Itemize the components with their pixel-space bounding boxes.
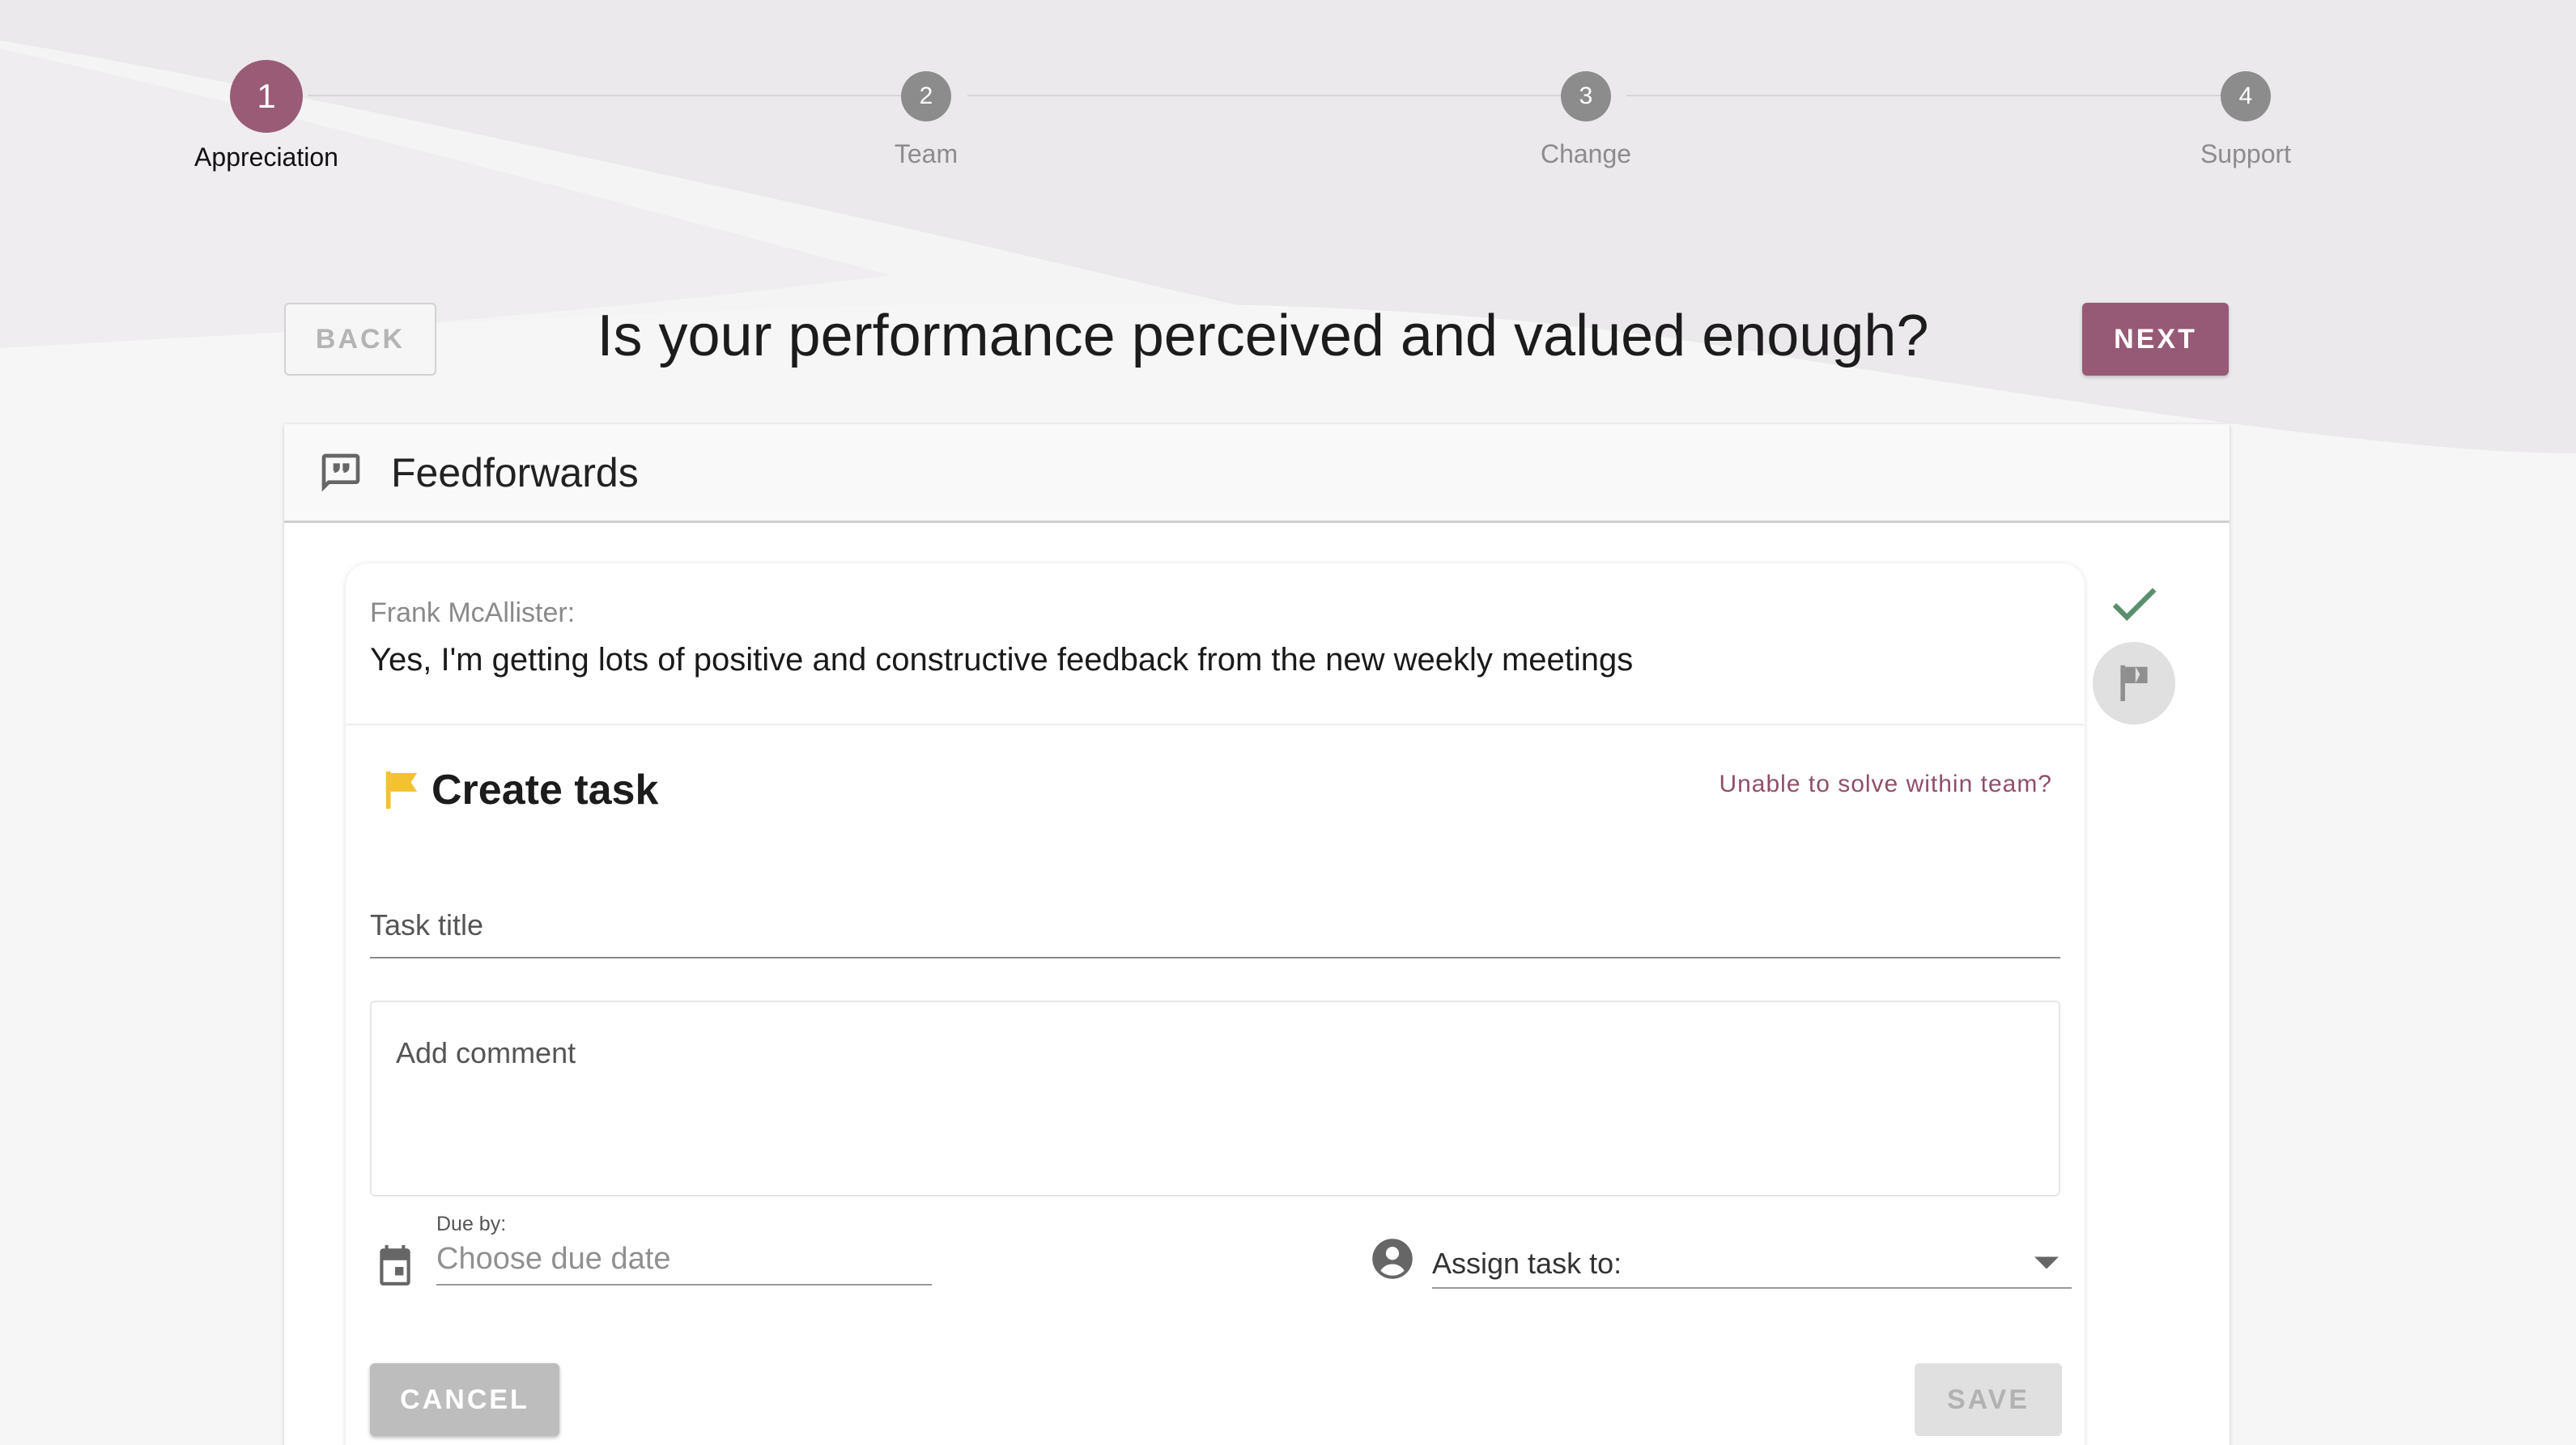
feedback-text: Yes, I'm getting lots of positive and co…: [370, 642, 1634, 678]
due-date-input[interactable]: Choose due date: [436, 1234, 932, 1286]
next-button[interactable]: NEXT: [2082, 303, 2229, 376]
assign-task-select[interactable]: Assign task to:: [1432, 1237, 2072, 1289]
feedback-quote: Frank McAllister: Yes, I'm getting lots …: [346, 563, 2085, 725]
step-number: 4: [2221, 71, 2271, 121]
step-label: Appreciation: [194, 142, 338, 172]
create-task-title: Create task: [431, 767, 659, 814]
step-number: 3: [1561, 71, 1611, 121]
task-options-row: Due by: Choose due date Assign task to:: [370, 1203, 2072, 1300]
unable-to-solve-link[interactable]: Unable to solve within team?: [1719, 771, 2052, 798]
step-label: Support: [2200, 139, 2292, 168]
assign-task-label: Assign task to:: [1432, 1247, 1622, 1280]
panel-header: Feedforwards: [284, 424, 2230, 523]
step-label: Change: [1540, 139, 1632, 168]
step-appreciation[interactable]: 1 Appreciation: [145, 57, 388, 172]
step-change[interactable]: 3 Change: [1464, 57, 1707, 169]
flag-button[interactable]: [2093, 642, 2175, 725]
progress-stepper: 1 Appreciation 2 Team 3 Change 4 Support: [0, 0, 2576, 194]
step-label: Team: [894, 139, 959, 168]
calendar-icon[interactable]: [375, 1243, 415, 1287]
check-icon[interactable]: [2110, 583, 2158, 623]
due-by-label: Due by:: [436, 1213, 507, 1235]
add-comment-textarea[interactable]: Add comment: [370, 1001, 2060, 1196]
flag-icon: [385, 771, 418, 809]
create-task-form: Create task Unable to solve within team?…: [346, 725, 2085, 1300]
feedback-quote-icon: [321, 453, 360, 491]
step-number: 2: [901, 71, 951, 121]
account-circle-icon: [1372, 1239, 1413, 1279]
back-button[interactable]: BACK: [284, 303, 436, 376]
flag-icon: [2120, 665, 2148, 702]
feedforwards-panel: Feedforwards Frank McAllister: Yes, I'm …: [284, 424, 2230, 1445]
step-support[interactable]: 4 Support: [2124, 57, 2367, 169]
step-number: 1: [230, 60, 303, 133]
cancel-button[interactable]: CANCEL: [370, 1363, 559, 1436]
feedback-author: Frank McAllister:: [370, 597, 576, 628]
task-title-input[interactable]: Task title: [370, 894, 2060, 958]
save-button[interactable]: SAVE: [1915, 1363, 2062, 1436]
page-title: Is your performance perceived and valued…: [597, 304, 1929, 368]
dropdown-arrow-icon: [2034, 1256, 2059, 1269]
feedback-card: Frank McAllister: Yes, I'm getting lots …: [346, 563, 2085, 1445]
step-team[interactable]: 2 Team: [805, 57, 1048, 169]
panel-title: Feedforwards: [391, 449, 639, 495]
